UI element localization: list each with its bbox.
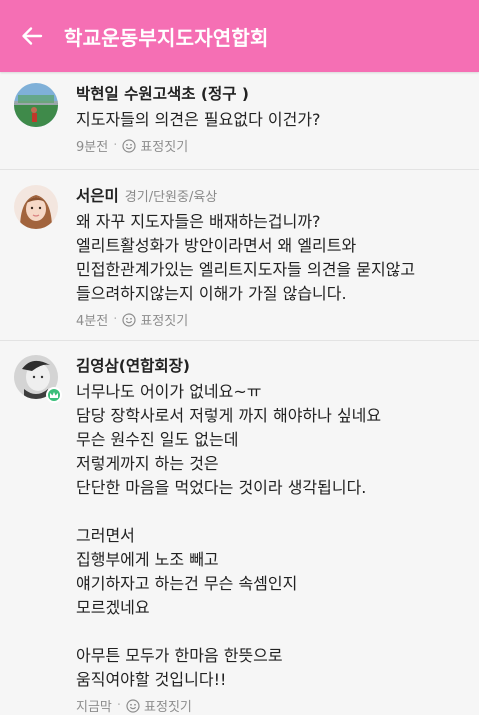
comment-text: 왜 자꾸 지도자들은 배재하는겁니까? 엘리트활성화가 방안이라면서 왜 엘리트…: [76, 212, 416, 303]
react-label: 표정짓기: [144, 700, 192, 715]
react-button[interactable]: 표정짓기: [122, 136, 188, 155]
comment-time: 4분전: [76, 314, 109, 329]
react-label: 표정짓기: [140, 314, 189, 329]
smile-icon: [122, 312, 136, 327]
comment-time: 9분전: [76, 140, 109, 155]
page-title: 학교운동부지도자연합회: [64, 25, 269, 50]
react-label: 표정짓기: [140, 140, 189, 155]
avatar[interactable]: [14, 83, 58, 127]
comment-author-meta: 경기/단원중/육상: [124, 190, 218, 205]
comment-text: 지도자들의 의견은 필요없다 이건가?: [76, 110, 321, 129]
comment-item: 김영삼(연합회장) 너무나도 어이가 없네요~ㅠ 담당 장학사로서 저렇게 까지…: [0, 340, 479, 715]
comment-item: 서은미 경기/단원중/육상 왜 자꾸 지도자들은 배재하는겁니까? 엘리트활성화…: [0, 169, 479, 341]
react-button[interactable]: 표정짓기: [126, 696, 192, 715]
crown-badge-icon: [46, 387, 62, 403]
separator-dot: ·: [116, 698, 122, 713]
comment-author[interactable]: 박현일 수원고색초 (정구 ): [76, 82, 249, 104]
smile-icon: [122, 138, 136, 153]
smile-icon: [126, 698, 140, 713]
comment-text: 너무나도 어이가 없네요~ㅠ 담당 장학사로서 저렇게 까지 해야하나 싶네요 …: [76, 382, 382, 689]
comment-author[interactable]: 서은미: [76, 184, 119, 206]
comment-item: 박현일 수원고색초 (정구 ) 지도자들의 의견은 필요없다 이건가? 9분전 …: [0, 72, 479, 170]
avatar[interactable]: [14, 185, 58, 229]
comment-author[interactable]: 김영삼(연합회장): [76, 354, 190, 376]
app-header: 학교운동부지도자연합회: [0, 0, 479, 72]
back-arrow-icon[interactable]: [18, 22, 46, 50]
react-button[interactable]: 표정짓기: [122, 310, 188, 329]
separator-dot: ·: [113, 312, 118, 327]
separator-dot: ·: [113, 138, 118, 153]
comment-time: 지금막: [76, 700, 112, 715]
